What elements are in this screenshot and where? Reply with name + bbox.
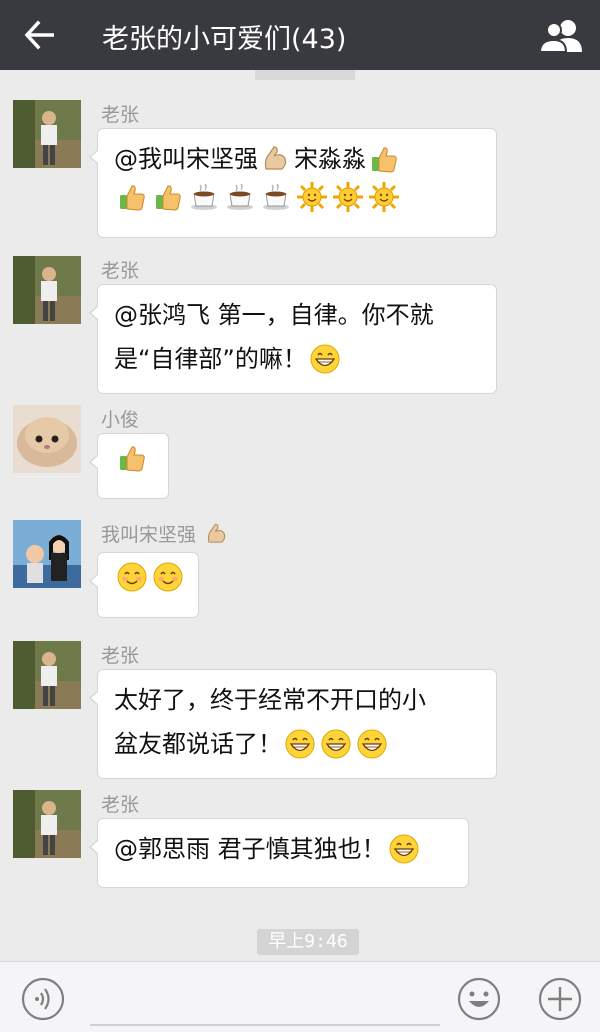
message-text: @郭思雨 君子慎其独也！ [114,835,386,863]
sender-name: 老张 [101,794,140,816]
thumbs-up-icon [152,181,184,213]
message-bubble[interactable] [89,552,199,618]
avatar[interactable] [13,100,81,168]
sender-name: 老张 [101,104,140,126]
message-input[interactable] [90,1024,440,1026]
plus-icon[interactable] [538,977,582,1021]
message-line: 盆友都说话了！ [114,722,482,766]
grin-icon [284,728,316,760]
strong-arm-icon [204,521,230,547]
thumbs-up-icon [116,181,148,213]
grin-icon [388,833,420,865]
message-text: 太好了，终于经常不开口的小 [114,686,426,714]
sun-icon [296,181,328,213]
sender-name: 老张 [101,645,140,667]
timestamp: 早上9:46 [257,929,359,955]
smile-icon [152,561,184,593]
grin-icon [356,728,388,760]
chat-header: 老张的小可爱们(43) [0,0,600,70]
chat-title: 老张的小可爱们(43) [102,24,347,55]
message-bubble[interactable]: @郭思雨 君子慎其独也！ [89,818,469,888]
chat-message-list[interactable]: 老张 @我叫宋坚强 宋淼淼 老张 @张鸿飞 第一，自律。你不就 是“自律部”的嘛… [0,80,600,960]
message-line [114,442,154,474]
header-tab-shadow [255,70,355,80]
back-arrow-icon[interactable] [24,20,56,50]
message-text: @我叫宋坚强 [114,145,258,173]
smile-icon [116,561,148,593]
message-text: 盆友都说话了！ [114,730,282,758]
grin-icon [309,343,341,375]
group-members-icon[interactable] [538,18,586,53]
sun-icon [332,181,364,213]
strong-arm-icon [260,143,292,175]
message-bubble[interactable]: 太好了，终于经常不开口的小 盆友都说话了！ [89,669,497,779]
message-line [114,181,482,213]
message-line: 是“自律部”的嘛！ [114,337,482,381]
coffee-icon [260,181,292,213]
message-text: 是“自律部”的嘛！ [114,345,307,373]
sender-name-text: 我叫宋坚强 [101,524,197,546]
avatar[interactable] [13,520,81,588]
sender-name: 老张 [101,260,140,282]
message-line: 太好了，终于经常不开口的小 [114,678,482,722]
sender-name: 我叫宋坚强 [101,520,232,547]
grin-icon [320,728,352,760]
coffee-icon [188,181,220,213]
avatar[interactable] [13,405,81,473]
message-bubble[interactable]: @张鸿飞 第一，自律。你不就 是“自律部”的嘛！ [89,284,497,394]
avatar[interactable] [13,790,81,858]
message-line: @我叫宋坚强 宋淼淼 [114,137,482,181]
avatar[interactable] [13,256,81,324]
voice-icon[interactable] [21,977,65,1021]
message-line: @张鸿飞 第一，自律。你不就 [114,293,482,337]
avatar[interactable] [13,641,81,709]
message-line: @郭思雨 君子慎其独也！ [114,827,454,871]
message-text: 宋淼淼 [294,145,366,173]
message-text: @张鸿飞 第一，自律。你不就 [114,301,434,329]
thumbs-up-icon [368,143,400,175]
message-line [114,561,184,593]
thumbs-up-icon [116,442,148,474]
emoji-icon[interactable] [457,977,501,1021]
sender-name: 小俊 [101,409,140,431]
sun-icon [368,181,400,213]
message-bubble[interactable] [89,433,169,499]
coffee-icon [224,181,256,213]
message-bubble[interactable]: @我叫宋坚强 宋淼淼 [89,128,497,238]
input-bar [0,961,600,1032]
